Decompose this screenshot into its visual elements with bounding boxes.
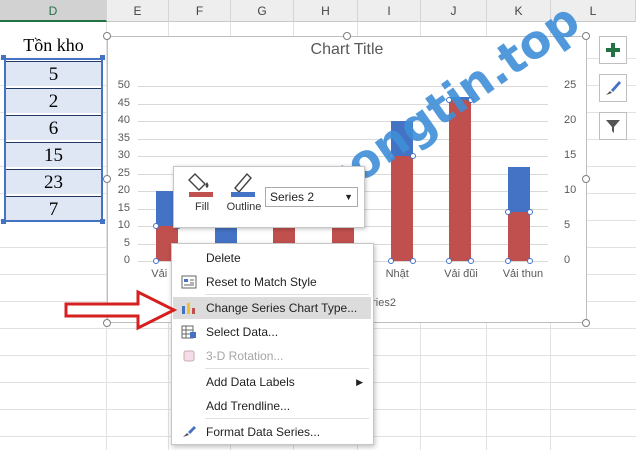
paint-bucket-icon <box>188 173 213 197</box>
menu-item-add-trendline[interactable]: Add Trendline... <box>173 395 371 417</box>
column-header-d[interactable]: D <box>0 0 107 22</box>
y2-axis-tick-label: 10 <box>564 184 577 196</box>
range-handle[interactable] <box>100 55 105 60</box>
chart-type-icon <box>182 303 195 314</box>
resize-handle[interactable] <box>343 32 351 40</box>
y2-axis-tick-label: 25 <box>564 79 577 91</box>
column-header-f[interactable]: F <box>169 0 231 22</box>
rotation-3d-icon <box>183 350 195 362</box>
menu-item-3d-rotation[interactable]: 3-D Rotation... <box>173 345 371 367</box>
resize-handle[interactable] <box>103 175 111 183</box>
y-axis-tick-label: 35 <box>117 131 130 144</box>
column-header-g[interactable]: G <box>231 0 294 22</box>
fill-label: Fill <box>194 201 210 213</box>
y-axis-tick-label: 40 <box>117 114 130 126</box>
range-handle[interactable] <box>1 219 6 224</box>
x-axis-label: Vải <box>151 268 168 280</box>
y-axis-tick-label: 0 <box>123 254 130 266</box>
menu-item-add-data-labels[interactable]: Add Data Labels ▶ <box>173 371 371 393</box>
reset-style-icon <box>181 275 197 289</box>
series-select-value: Series 2 <box>270 190 315 204</box>
selection-point <box>153 258 160 264</box>
menu-item-delete[interactable]: Delete <box>173 247 371 269</box>
y2-axis-tick-label: 20 <box>564 114 577 126</box>
y-axis-tick-label: 10 <box>117 219 130 231</box>
range-handle[interactable] <box>100 219 105 224</box>
range-handle[interactable] <box>1 55 6 60</box>
y-axis-tick-label: 50 <box>117 79 130 91</box>
submenu-arrow-icon: ▶ <box>356 377 363 387</box>
menu-item-format-data-series[interactable]: Format Data Series... <box>173 421 371 443</box>
column-header-e[interactable]: E <box>107 0 169 22</box>
y-axis-tick-label: 30 <box>117 149 130 161</box>
column-header-j[interactable]: J <box>421 0 487 22</box>
select-data-icon <box>181 325 196 339</box>
series-select[interactable]: Series 2 ▼ <box>265 187 358 207</box>
chevron-down-icon: ▼ <box>344 192 353 202</box>
y-axis-tick-label: 45 <box>117 96 130 109</box>
context-menu: Delete Reset to Match Style Change Serie… <box>171 243 374 445</box>
y2-axis-tick-label: 15 <box>564 149 577 161</box>
red-arrow-icon <box>64 289 178 331</box>
outline-button[interactable]: Outline <box>222 170 266 222</box>
outline-label: Outline <box>226 201 262 213</box>
y-axis-tick-label: 20 <box>117 184 130 196</box>
y-axis-tick-label: 15 <box>117 201 130 214</box>
format-series-icon <box>183 426 196 437</box>
resize-handle[interactable] <box>103 32 111 40</box>
data-range-highlight <box>4 58 103 222</box>
chart-filters-icon[interactable] <box>599 112 627 140</box>
menu-item-change-series-chart-type[interactable]: Change Series Chart Type... <box>173 297 371 319</box>
y-axis-tick-label: 25 <box>117 166 130 179</box>
menu-item-reset-style[interactable]: Reset to Match Style <box>173 271 371 293</box>
chart-elements-icon[interactable] <box>599 36 627 64</box>
resize-handle[interactable] <box>582 175 590 183</box>
menu-item-select-data[interactable]: Select Data... <box>173 321 371 343</box>
column-header-h[interactable]: H <box>294 0 358 22</box>
y-axis-tick-label: 5 <box>123 236 130 249</box>
column-header-i[interactable]: I <box>358 0 421 22</box>
fill-button[interactable]: Fill <box>180 170 224 222</box>
cell-header-ton-kho[interactable]: Tồn kho <box>5 34 102 56</box>
chart-styles-icon[interactable] <box>599 74 627 102</box>
pen-icon <box>231 172 255 197</box>
format-mini-toolbar: Fill Outline Series 2 ▼ <box>173 166 365 228</box>
